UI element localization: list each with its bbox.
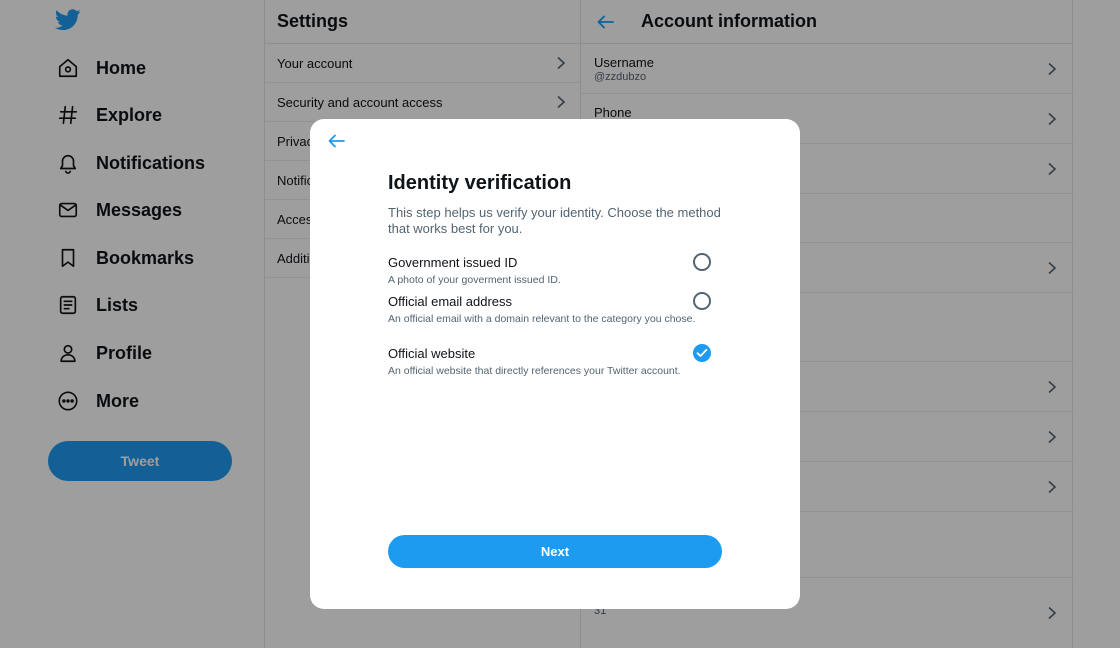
option-description: An official email with a domain relevant… (388, 313, 696, 325)
option-official-email[interactable]: Official email address An official email… (388, 294, 723, 326)
option-official-website[interactable]: Official website An official website tha… (388, 346, 723, 378)
next-button[interactable]: Next (388, 535, 722, 568)
option-title: Official email address (388, 294, 513, 309)
dialog-title: Identity verification (388, 172, 572, 194)
dialog-description: This step helps us verify your identity.… (388, 205, 721, 236)
option-description: An official website that directly refere… (388, 365, 681, 377)
checkmark-icon (696, 348, 708, 357)
option-government-id[interactable]: Government issued ID A photo of your gov… (388, 255, 723, 287)
radio-official-website[interactable] (693, 344, 711, 362)
radio-official-email[interactable] (693, 292, 711, 310)
option-description: A photo of your goverment issued ID. (388, 274, 561, 286)
back-arrow-icon[interactable] (327, 131, 347, 151)
radio-government-id[interactable] (693, 253, 711, 271)
identity-verification-dialog: Identity verification This step helps us… (310, 119, 800, 609)
option-title: Official website (388, 346, 476, 361)
option-title: Government issued ID (388, 255, 518, 270)
